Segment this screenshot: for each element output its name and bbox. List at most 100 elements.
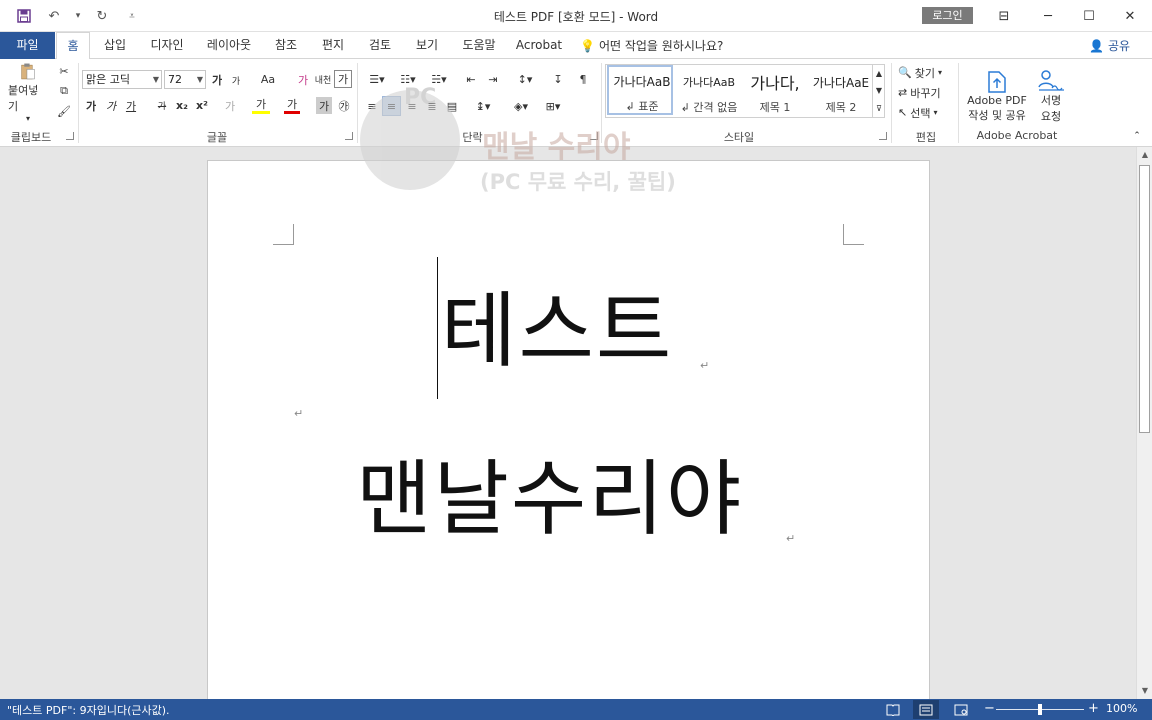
shrink-font-icon[interactable]: 가 [229,73,243,88]
window-title: 테스트 PDF [호환 모드] - Word [493,10,659,24]
person-icon: 👤 [1089,38,1104,53]
style-heading-1[interactable]: 가나다, 제목 1 [742,66,808,116]
minimize-button[interactable]: ─ [1025,0,1071,32]
tab-review[interactable]: 검토 [362,32,398,59]
web-layout-icon[interactable] [948,700,974,719]
create-pdf-label-1: Adobe PDF [967,93,1027,107]
styles-scroll-up-icon[interactable]: ▲ [872,65,885,82]
align-center-icon[interactable]: ≡ [382,96,401,116]
phonetic-guide-icon[interactable]: 내천 [314,71,332,88]
cut-icon[interactable]: ✂ [56,63,72,79]
clipboard-launcher-icon[interactable] [66,132,74,140]
bold-icon[interactable]: 가 [84,97,98,114]
collapse-ribbon-icon[interactable]: ⌃ [1130,129,1144,143]
style-no-spacing[interactable]: 가나다AaB ↲ 간격 없음 [676,66,742,116]
zoom-out-button[interactable]: − [984,701,995,716]
distributed-icon[interactable]: ▤ [444,98,460,115]
tab-layout[interactable]: 레이아웃 [200,32,258,59]
char-border-icon[interactable]: 가 [334,70,352,88]
tab-home[interactable]: 홈 [56,32,90,60]
tab-file[interactable]: 파일 [0,32,55,59]
vertical-scrollbar[interactable]: ▲ ▼ [1136,147,1152,699]
copy-icon[interactable]: ⧉ [56,83,72,99]
line-spacing-icon[interactable]: ↨▾ [470,98,496,115]
format-painter-icon[interactable]: 🖌 [56,103,72,119]
scroll-up-icon[interactable]: ▲ [1137,147,1152,163]
char-shading-icon[interactable]: 가 [316,97,332,114]
pdf-share-icon [988,70,1006,93]
subscript-icon[interactable]: x₂ [174,97,190,114]
superscript-icon[interactable]: x² [194,97,210,114]
styles-more-icon[interactable]: ⊽ [872,99,885,117]
login-button[interactable]: 로그인 [922,7,973,24]
style-preview: 가나다AaB [682,76,736,89]
print-layout-icon[interactable] [913,700,939,719]
create-pdf-button[interactable]: Adobe PDF 작성 및 공유 [962,65,1032,127]
tab-view[interactable]: 보기 [409,32,445,59]
styles-launcher-icon[interactable] [879,132,887,140]
document-text-line-2[interactable]: 맨날수리야 [356,451,743,549]
numbering-icon[interactable]: ☷▾ [395,71,421,88]
zoom-level[interactable]: 100% [1106,702,1137,715]
underline-icon[interactable]: 가 [124,97,138,114]
change-case-icon[interactable]: Aa [255,71,281,88]
read-mode-icon[interactable] [880,700,906,719]
style-normal[interactable]: 가나다AaB ↲ 표준 [607,65,673,115]
paragraph-launcher-icon[interactable] [590,132,598,140]
font-color-icon[interactable]: 가 [284,97,300,114]
strikethrough-icon[interactable]: 가 [154,97,170,114]
font-size-combo[interactable]: 72 ▼ [164,70,206,89]
increase-indent-icon[interactable]: ⇥ [484,71,502,88]
align-right-icon[interactable]: ≡ [404,98,420,115]
sort-icon[interactable]: ↕▾ [512,71,538,88]
ribbon-display-options-icon[interactable]: ⊟ [981,0,1027,32]
justify-icon[interactable]: ≣ [424,98,440,115]
enclose-char-icon[interactable]: ㉮ [336,97,352,114]
italic-icon[interactable]: 가 [104,97,118,114]
highlight-icon[interactable]: 가 [252,97,270,114]
tell-me-box[interactable]: 💡 어떤 작업을 원하시나요? [580,32,730,59]
scroll-down-icon[interactable]: ▼ [1137,683,1152,699]
decrease-indent-icon[interactable]: ⇤ [462,71,480,88]
find-button[interactable]: 🔍 찾기 ▾ [898,64,954,81]
document-page[interactable]: 테스트 ↵ ↵ 맨날수리야 ↵ [207,160,930,699]
multilevel-list-icon[interactable]: ☵▾ [426,71,452,88]
align-left-icon[interactable]: ≡ [364,98,380,115]
close-button[interactable]: ✕ [1107,0,1152,32]
text-effects-icon[interactable]: 가 [222,97,238,114]
borders-icon[interactable]: ⊞▾ [540,98,566,115]
ribbon-home: 붙여넣기 ▾ ✂ ⧉ 🖌 클립보드 맑은 고딕 ▼ 72 ▼ 가 가 Aa 가 내천… [0,59,1152,147]
paragraph-mark: ↵ [786,532,796,545]
document-text-line-1[interactable]: 테스트 [441,283,673,381]
paste-button[interactable]: 붙여넣기 ▾ [8,63,48,123]
show-marks-icon[interactable]: ¶ [574,71,592,88]
request-signature-button[interactable]: 서명 요청 [1032,65,1070,127]
zoom-slider-thumb[interactable] [1038,704,1042,715]
tab-help[interactable]: 도움말 [456,32,502,59]
tab-mailings[interactable]: 편지 [315,32,351,59]
select-label: 선택 [910,106,931,120]
tab-references[interactable]: 참조 [268,32,304,59]
style-name: 제목 1 [759,101,791,114]
grow-font-icon[interactable]: 가 [209,71,225,88]
tab-acrobat[interactable]: Acrobat [512,32,566,59]
scrollbar-thumb[interactable] [1139,165,1150,433]
shading-icon[interactable]: ◈▾ [508,98,534,115]
font-launcher-icon[interactable] [345,132,353,140]
font-name-combo[interactable]: 맑은 고딕 ▼ [82,70,162,89]
maximize-button[interactable]: ☐ [1066,0,1112,32]
word-count-status[interactable]: "테스트 PDF": 9자입니다(근사값). [7,702,170,718]
style-heading-2[interactable]: 가나다AaE 제목 2 [808,66,874,116]
styles-scroll-down-icon[interactable]: ▼ [872,82,885,99]
share-button[interactable]: 👤 공유 [1089,37,1130,54]
tab-insert[interactable]: 삽입 [98,32,132,59]
clear-format-icon[interactable]: 가 [294,71,312,88]
select-button[interactable]: ↖ 선택 ▾ [898,104,954,121]
bullets-icon[interactable]: ☰▾ [364,71,390,88]
sort-az-icon[interactable]: ↧ [548,71,568,88]
tab-design[interactable]: 디자인 [144,32,190,59]
ribbon-tabs: 파일 홈 삽입 디자인 레이아웃 참조 편지 검토 보기 도움말 Acrobat… [0,32,1152,60]
replace-button[interactable]: ⇄ 바꾸기 [898,84,954,101]
zoom-in-button[interactable]: + [1088,701,1099,716]
find-label: 찾기 [914,66,935,80]
